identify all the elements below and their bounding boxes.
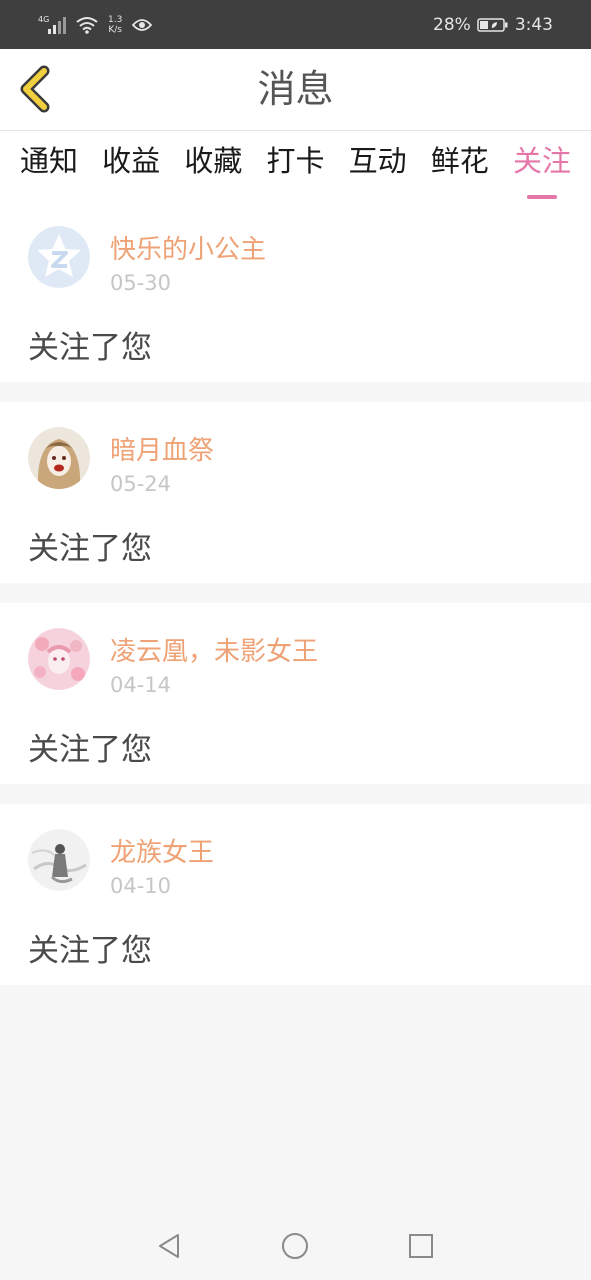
user-name[interactable]: 快乐的小公主 <box>110 229 266 266</box>
status-bar: 4G 1.3 K/s 28% 3:43 <box>0 0 591 49</box>
message-date: 05-30 <box>110 271 172 295</box>
square-recents-icon <box>409 1234 433 1258</box>
user-name[interactable]: 龙族女王 <box>110 832 214 869</box>
network-speed: 1.3 K/s <box>108 15 122 35</box>
message-text: 关注了您 <box>28 933 152 969</box>
status-left: 4G 1.3 K/s <box>0 14 153 36</box>
tab-notifications[interactable]: 通知 <box>20 131 78 201</box>
tab-interactions[interactable]: 互动 <box>349 131 407 201</box>
clock: 3:43 <box>514 14 553 35</box>
user-photo-icon <box>28 829 90 891</box>
page-title: 消息 <box>257 67 334 111</box>
message-date: 05-24 <box>110 472 172 496</box>
tab-earnings[interactable]: 收益 <box>102 131 160 201</box>
user-photo-icon <box>28 628 90 690</box>
header: 消息 <box>0 49 591 131</box>
message-text: 关注了您 <box>28 330 152 366</box>
circle-home-icon <box>282 1233 308 1259</box>
default-avatar-icon <box>28 226 90 288</box>
list-item[interactable]: 凌云凰，未影女王 04-14 关注了您 <box>0 603 591 784</box>
signal-icon: 4G <box>38 15 66 34</box>
message-tabs: 通知 收益 收藏 打卡 互动 鲜花 关注 <box>0 131 591 201</box>
tab-follows[interactable]: 关注 <box>513 131 571 201</box>
list-item[interactable]: 龙族女王 04-10 关注了您 <box>0 804 591 985</box>
nav-home-button[interactable] <box>281 1232 309 1260</box>
message-text: 关注了您 <box>28 732 152 768</box>
message-list: 快乐的小公主 05-30 关注了您 暗月血祭 05-24 关注了您 凌云凰，未影… <box>0 201 591 1005</box>
message-date: 04-10 <box>110 874 172 898</box>
triangle-back-icon <box>159 1234 179 1258</box>
avatar[interactable] <box>28 829 90 891</box>
battery-percent: 28% <box>433 14 471 35</box>
nav-back-button[interactable] <box>156 1232 184 1260</box>
network-speed-unit: K/s <box>108 24 122 35</box>
system-nav-bar <box>0 1212 591 1280</box>
avatar[interactable] <box>28 427 90 489</box>
user-photo-icon <box>28 427 90 489</box>
list-item[interactable]: 快乐的小公主 05-30 关注了您 <box>0 201 591 382</box>
message-date: 04-14 <box>110 673 172 697</box>
avatar[interactable] <box>28 226 90 288</box>
status-right: 28% 3:43 <box>433 15 591 35</box>
nav-recents-button[interactable] <box>407 1232 435 1260</box>
user-name[interactable]: 暗月血祭 <box>110 430 214 467</box>
tab-favorites[interactable]: 收藏 <box>184 131 242 201</box>
user-name[interactable]: 凌云凰，未影女王 <box>110 631 318 668</box>
battery-icon <box>477 17 508 32</box>
tab-checkin[interactable]: 打卡 <box>266 131 324 201</box>
tab-flowers[interactable]: 鲜花 <box>431 131 489 201</box>
avatar[interactable] <box>28 628 90 690</box>
list-item[interactable]: 暗月血祭 05-24 关注了您 <box>0 402 591 583</box>
svg-text:4G: 4G <box>38 15 49 24</box>
wifi-icon <box>76 16 98 34</box>
eye-icon <box>132 18 153 31</box>
network-speed-value: 1.3 <box>108 14 123 25</box>
message-text: 关注了您 <box>28 531 152 567</box>
